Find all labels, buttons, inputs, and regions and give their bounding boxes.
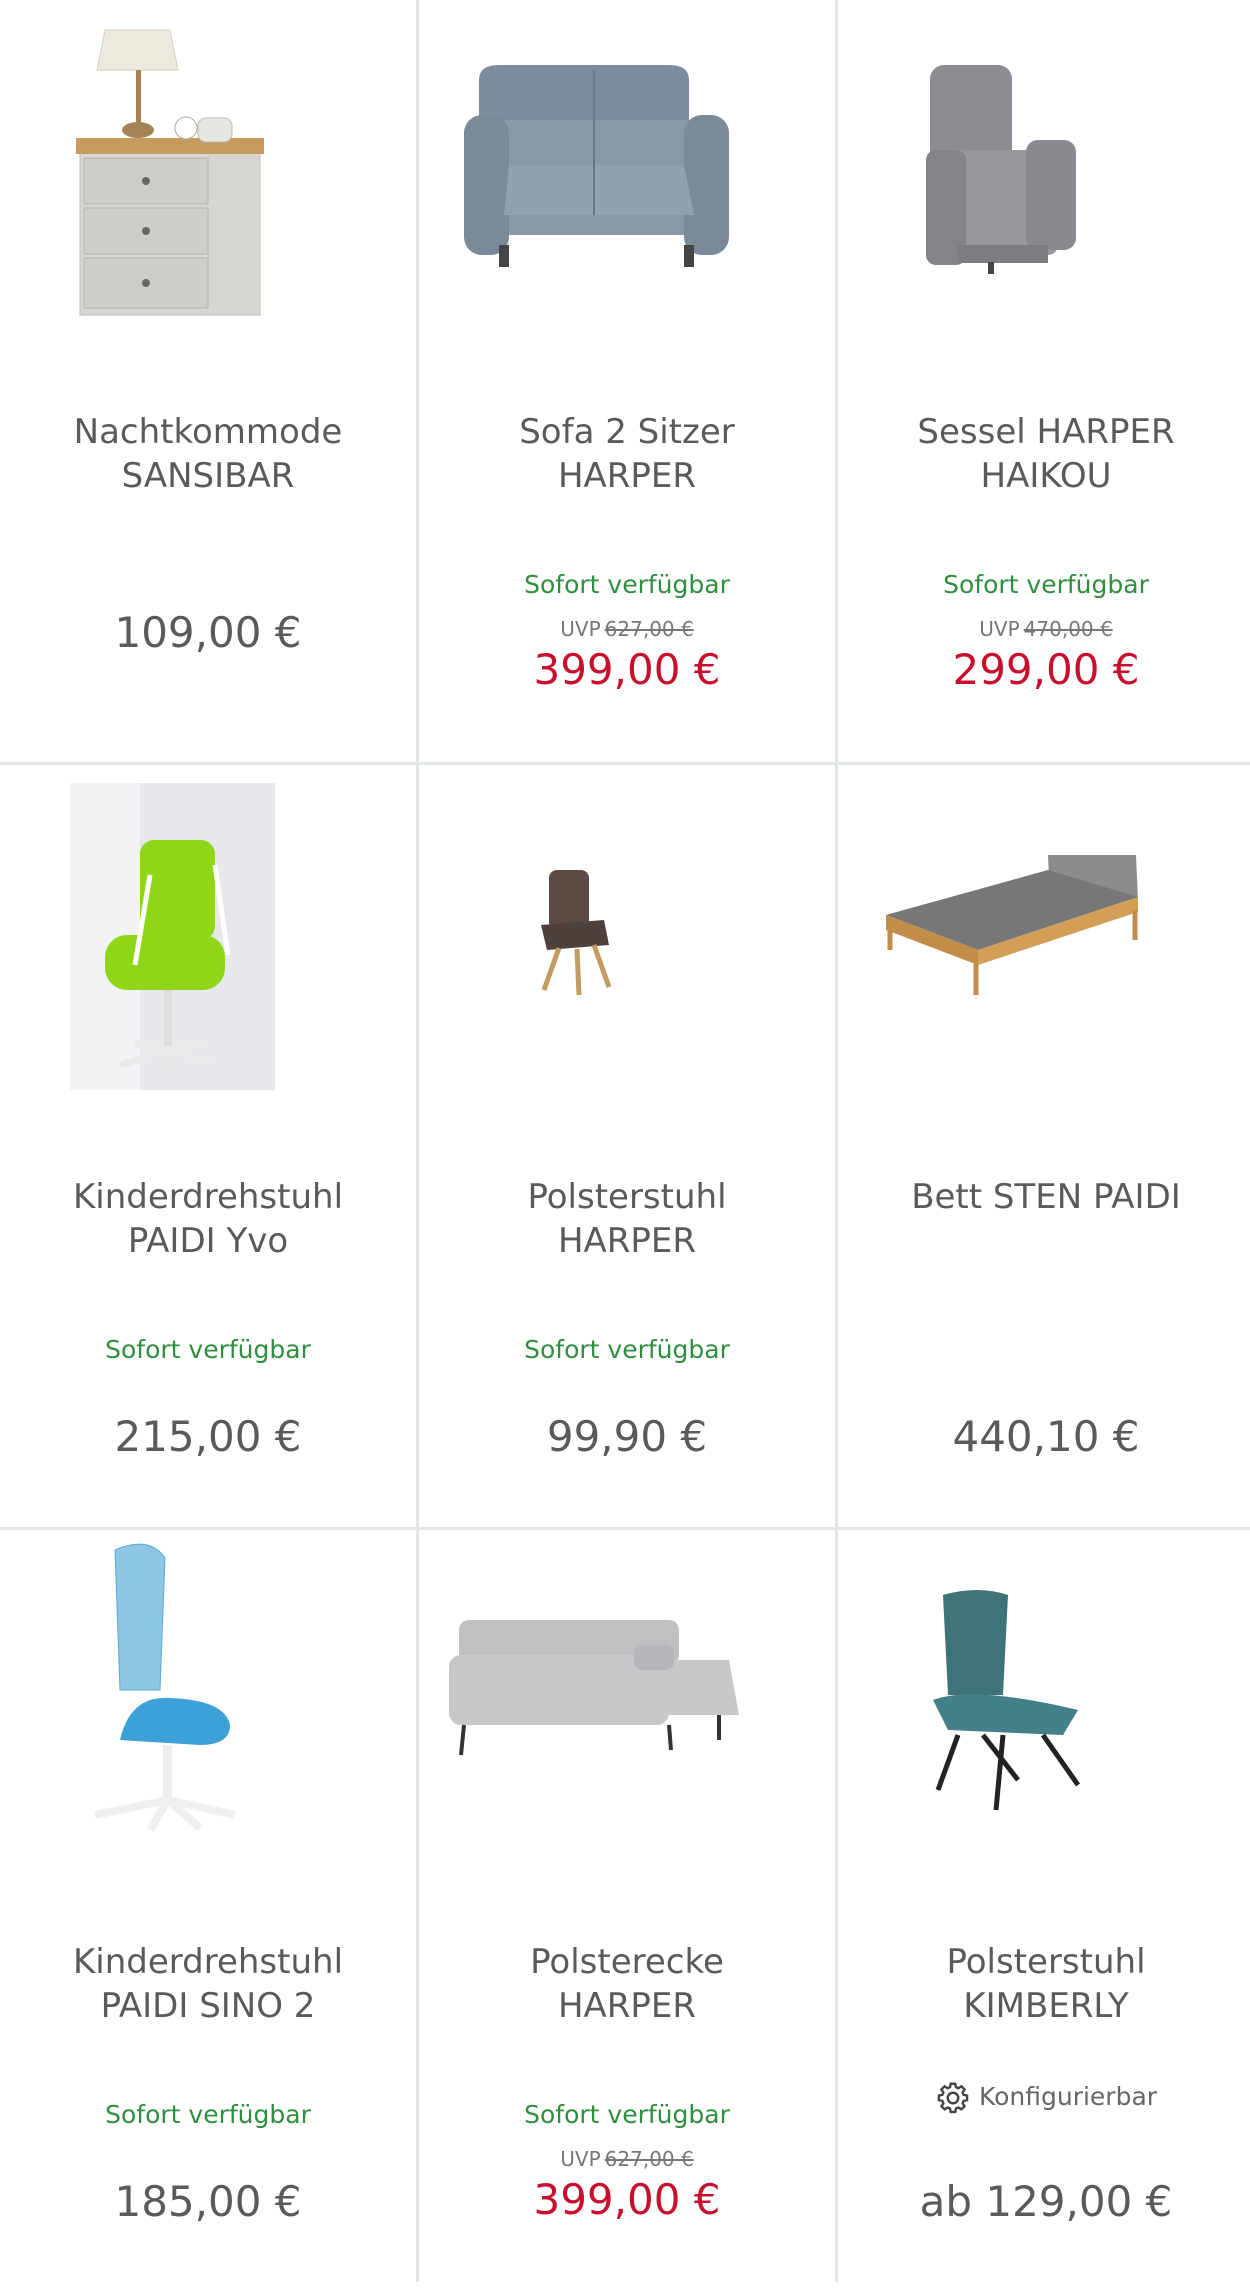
product-card[interactable]: Nachtkommode SANSIBAR 109,00 €	[0, 0, 416, 762]
product-price: 99,90 €	[546, 1412, 708, 1461]
product-card[interactable]: Sofa 2 Sitzer HARPER Sofort verfügbar UVP…	[419, 0, 835, 762]
product-image-nightstand[interactable]	[0, 0, 416, 350]
sale-price: 299,00 €	[952, 645, 1140, 694]
product-price: ab 129,00 €	[919, 2177, 1173, 2226]
product-card[interactable]: Polsterstuhl KIMBERLY Konfigurierbar ab 1…	[838, 1530, 1250, 2292]
rrp-price: UVP 627,00 €	[560, 2147, 694, 2171]
row-divider	[0, 1527, 1250, 1530]
product-title[interactable]: Polsterecke HARPER	[439, 1940, 815, 2028]
product-title[interactable]: Kinderdrehstuhl PAIDI Yvo	[20, 1175, 396, 1263]
product-title[interactable]: Polsterstuhl HARPER	[439, 1175, 815, 1263]
rrp-price-value: 470,00 €	[1023, 617, 1113, 641]
product-card[interactable]: Sessel HARPER HAIKOU Sofort verfügbar UVP…	[838, 0, 1250, 762]
product-grid: Nachtkommode SANSIBAR 109,00 € Sofa 2 Sit…	[0, 0, 1250, 2292]
column-divider	[416, 0, 419, 2282]
product-image-kids-chair-blue[interactable]	[0, 1530, 416, 1880]
availability-status: Sofort verfügbar	[524, 1335, 730, 1364]
product-image-corner-sofa[interactable]	[419, 1530, 835, 1880]
row-divider	[0, 762, 1250, 765]
product-title[interactable]: Sessel HARPER HAIKOU	[858, 410, 1234, 498]
rrp-price: UVP 627,00 €	[560, 617, 694, 641]
product-card[interactable]: Polsterecke HARPER Sofort verfügbar UVP 62…	[419, 1530, 835, 2292]
availability-status: Sofort verfügbar	[524, 570, 730, 599]
product-card[interactable]: Polsterstuhl HARPER Sofort verfügbar 99,9…	[419, 765, 835, 1527]
product-image-armchair[interactable]	[838, 0, 1250, 350]
availability-status: Sofort verfügbar	[105, 2100, 311, 2129]
product-image-sofa[interactable]	[419, 0, 835, 350]
product-title[interactable]: Kinderdrehstuhl PAIDI SINO 2	[20, 1940, 396, 2028]
product-price: 440,10 €	[952, 1412, 1140, 1461]
availability-status: Sofort verfügbar	[524, 2100, 730, 2129]
availability-status: Sofort verfügbar	[943, 570, 1149, 599]
product-image-dining-chair-brown[interactable]	[419, 765, 835, 1115]
product-title[interactable]: Sofa 2 Sitzer HARPER	[439, 410, 815, 498]
product-title[interactable]: Bett STEN PAIDI	[858, 1175, 1234, 1219]
product-price: 109,00 €	[114, 608, 302, 657]
column-divider	[835, 0, 838, 2282]
product-card[interactable]: Kinderdrehstuhl PAIDI Yvo Sofort verfügba…	[0, 765, 416, 1527]
product-title[interactable]: Nachtkommode SANSIBAR	[20, 410, 396, 498]
product-image-dining-chair-teal[interactable]	[838, 1530, 1250, 1880]
product-price: 215,00 €	[114, 1412, 302, 1461]
product-card[interactable]: Kinderdrehstuhl PAIDI SINO 2 Sofort verfü…	[0, 1530, 416, 2292]
product-price: 185,00 €	[114, 2177, 302, 2226]
sale-price: 399,00 €	[533, 2175, 721, 2224]
product-image-bed[interactable]	[838, 765, 1250, 1115]
sale-price: 399,00 €	[533, 645, 721, 694]
rrp-price: UVP 470,00 €	[979, 617, 1113, 641]
rrp-price-value: 627,00 €	[604, 617, 694, 641]
gear-icon	[937, 2082, 969, 2114]
configurable-label: Konfigurierbar	[838, 2080, 1250, 2116]
product-image-kids-chair-green[interactable]	[0, 765, 416, 1115]
availability-status: Sofort verfügbar	[105, 1335, 311, 1364]
product-title[interactable]: Polsterstuhl KIMBERLY	[858, 1940, 1234, 2028]
product-card[interactable]: Bett STEN PAIDI 440,10 €	[838, 765, 1250, 1527]
rrp-price-value: 627,00 €	[604, 2147, 694, 2171]
